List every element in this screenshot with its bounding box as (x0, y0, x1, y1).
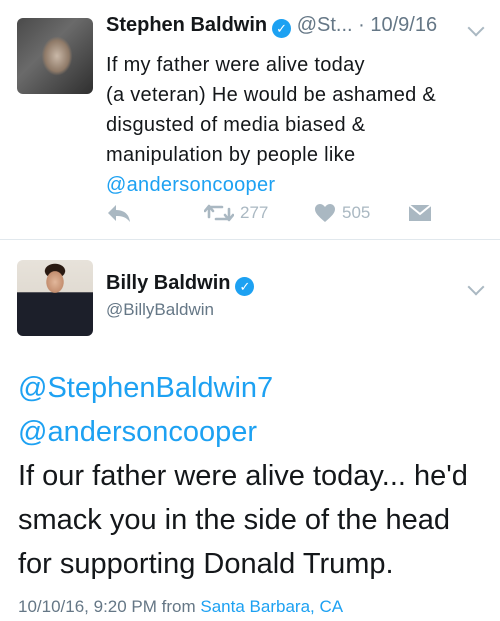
retweet-icon (204, 204, 234, 222)
direct-message-button[interactable] (408, 198, 432, 228)
mention-link[interactable]: @andersoncooper (18, 410, 488, 454)
tweet-date[interactable]: · 10/9/16 (358, 14, 437, 36)
tweet-stephen-baldwin[interactable]: Stephen Baldwin ✓ @St... · 10/9/16 If my … (0, 0, 500, 239)
tweet-billy-baldwin[interactable]: Billy Baldwin ✓ @BillyBaldwin @StephenBal… (0, 240, 500, 621)
display-name[interactable]: Stephen Baldwin (106, 14, 267, 36)
tweet-actions: 277 505 (106, 198, 436, 228)
mention-link[interactable]: @StephenBaldwin7 (18, 366, 488, 410)
retweet-button[interactable]: 277 (204, 198, 268, 228)
like-button[interactable]: 505 (314, 198, 370, 228)
timestamp-text: 10/10/16, 9:20 PM from (18, 597, 196, 616)
tweet-text-line: smack you in the side of the head (18, 504, 451, 536)
verified-badge-icon: ✓ (235, 277, 255, 296)
avatar[interactable] (17, 18, 93, 94)
user-handle[interactable]: @BillyBaldwin (106, 300, 214, 320)
like-count: 505 (342, 203, 371, 222)
tweet-text: @StephenBaldwin7 @andersoncooper If our … (18, 366, 488, 586)
tweet-text: If my father were alive today (a veteran… (106, 50, 486, 200)
display-name[interactable]: Billy Baldwin (106, 272, 230, 294)
reply-button[interactable] (106, 198, 132, 228)
tweet-text-line: manipulation by people like (106, 144, 356, 166)
user-handle[interactable]: @St... (297, 14, 353, 36)
chevron-down-icon[interactable] (467, 19, 485, 37)
mention-link[interactable]: @andersoncooper (106, 170, 486, 200)
retweet-count: 277 (240, 203, 269, 222)
tweet-text-line: disgusted of media biased & (106, 114, 366, 136)
tweet-timestamp: 10/10/16, 9:20 PM from Santa Barbara, CA (18, 597, 343, 617)
tweet-header: Stephen Baldwin ✓ @St... · 10/9/16 (106, 14, 437, 38)
avatar[interactable] (17, 260, 93, 336)
tweet-text-line: If our father were alive today... he'd (18, 460, 468, 492)
chevron-down-icon[interactable] (467, 278, 485, 296)
tweet-text-line: (a veteran) He would be ashamed & (106, 84, 437, 106)
tweet-header: Billy Baldwin ✓ (106, 272, 255, 296)
tweet-text-line: for supporting Donald Trump. (18, 548, 394, 580)
heart-icon (315, 204, 335, 222)
reply-icon (108, 205, 130, 222)
location-link[interactable]: Santa Barbara, CA (200, 597, 343, 616)
tweet-text-line: If my father were alive today (106, 54, 365, 76)
envelope-icon (408, 204, 432, 221)
verified-badge-icon: ✓ (272, 19, 292, 38)
